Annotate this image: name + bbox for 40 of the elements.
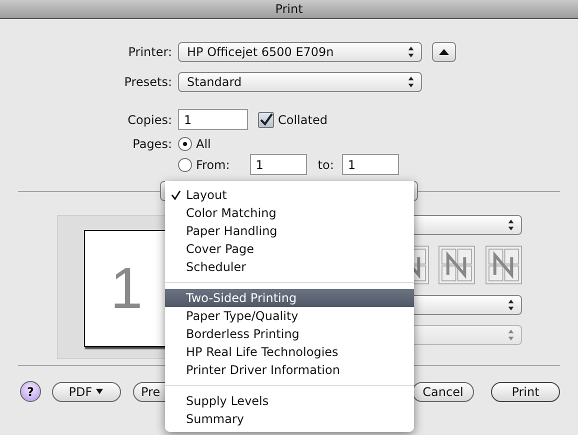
radio-button[interactable] [178,158,192,172]
presets-popup[interactable]: Standard [178,72,422,92]
help-button[interactable]: ? [20,381,41,402]
page-number: 1 [110,255,143,322]
cancel-button[interactable]: Cancel [412,382,474,402]
layout-direction-icon[interactable] [484,245,522,285]
layout-direction-icon[interactable] [438,245,476,285]
presets-label: Presets: [123,75,172,89]
radio-label: From: [196,158,230,172]
up-triangle-icon [438,47,450,57]
collated-checkbox[interactable] [258,112,274,128]
menu-item[interactable]: Printer Driver Information [165,361,414,379]
printer-popup[interactable]: HP Officejet 6500 E709n [178,42,422,62]
to-page-field[interactable]: 1 [342,154,399,175]
radio-button[interactable] [178,137,192,151]
collapse-button[interactable] [432,42,456,62]
menu-item[interactable]: Scheduler [165,258,414,276]
copies-field[interactable]: 1 [178,109,248,130]
menu-item[interactable]: Layout [165,186,414,204]
copies-label: Copies: [126,112,172,126]
to-label: to: [318,158,334,172]
menu-item[interactable]: HP Real Life Technologies [165,343,414,361]
printer-label: Printer: [127,45,172,59]
collated-label: Collated [278,112,328,126]
menu-item[interactable]: Color Matching [165,204,414,222]
menu-item[interactable]: Cover Page [165,240,414,258]
menu-item[interactable]: Paper Handling [165,222,414,240]
menu-item[interactable]: Two-Sided Printing [165,289,414,307]
from-page-field[interactable]: 1 [250,154,307,175]
window-title: Print [275,2,303,16]
checkmark-icon [171,190,181,200]
caret-icon [95,388,104,395]
menu-item[interactable]: Borderless Printing [165,325,414,343]
radio-label: All [196,137,211,151]
pdf-button[interactable]: PDF [52,382,121,402]
pages-label: Pages: [132,137,172,151]
menu-item[interactable]: Supply Levels [165,392,414,410]
menu-item[interactable]: Summary [165,410,414,428]
print-button[interactable]: Print [491,382,560,402]
menu-item[interactable]: Paper Type/Quality [165,307,414,325]
